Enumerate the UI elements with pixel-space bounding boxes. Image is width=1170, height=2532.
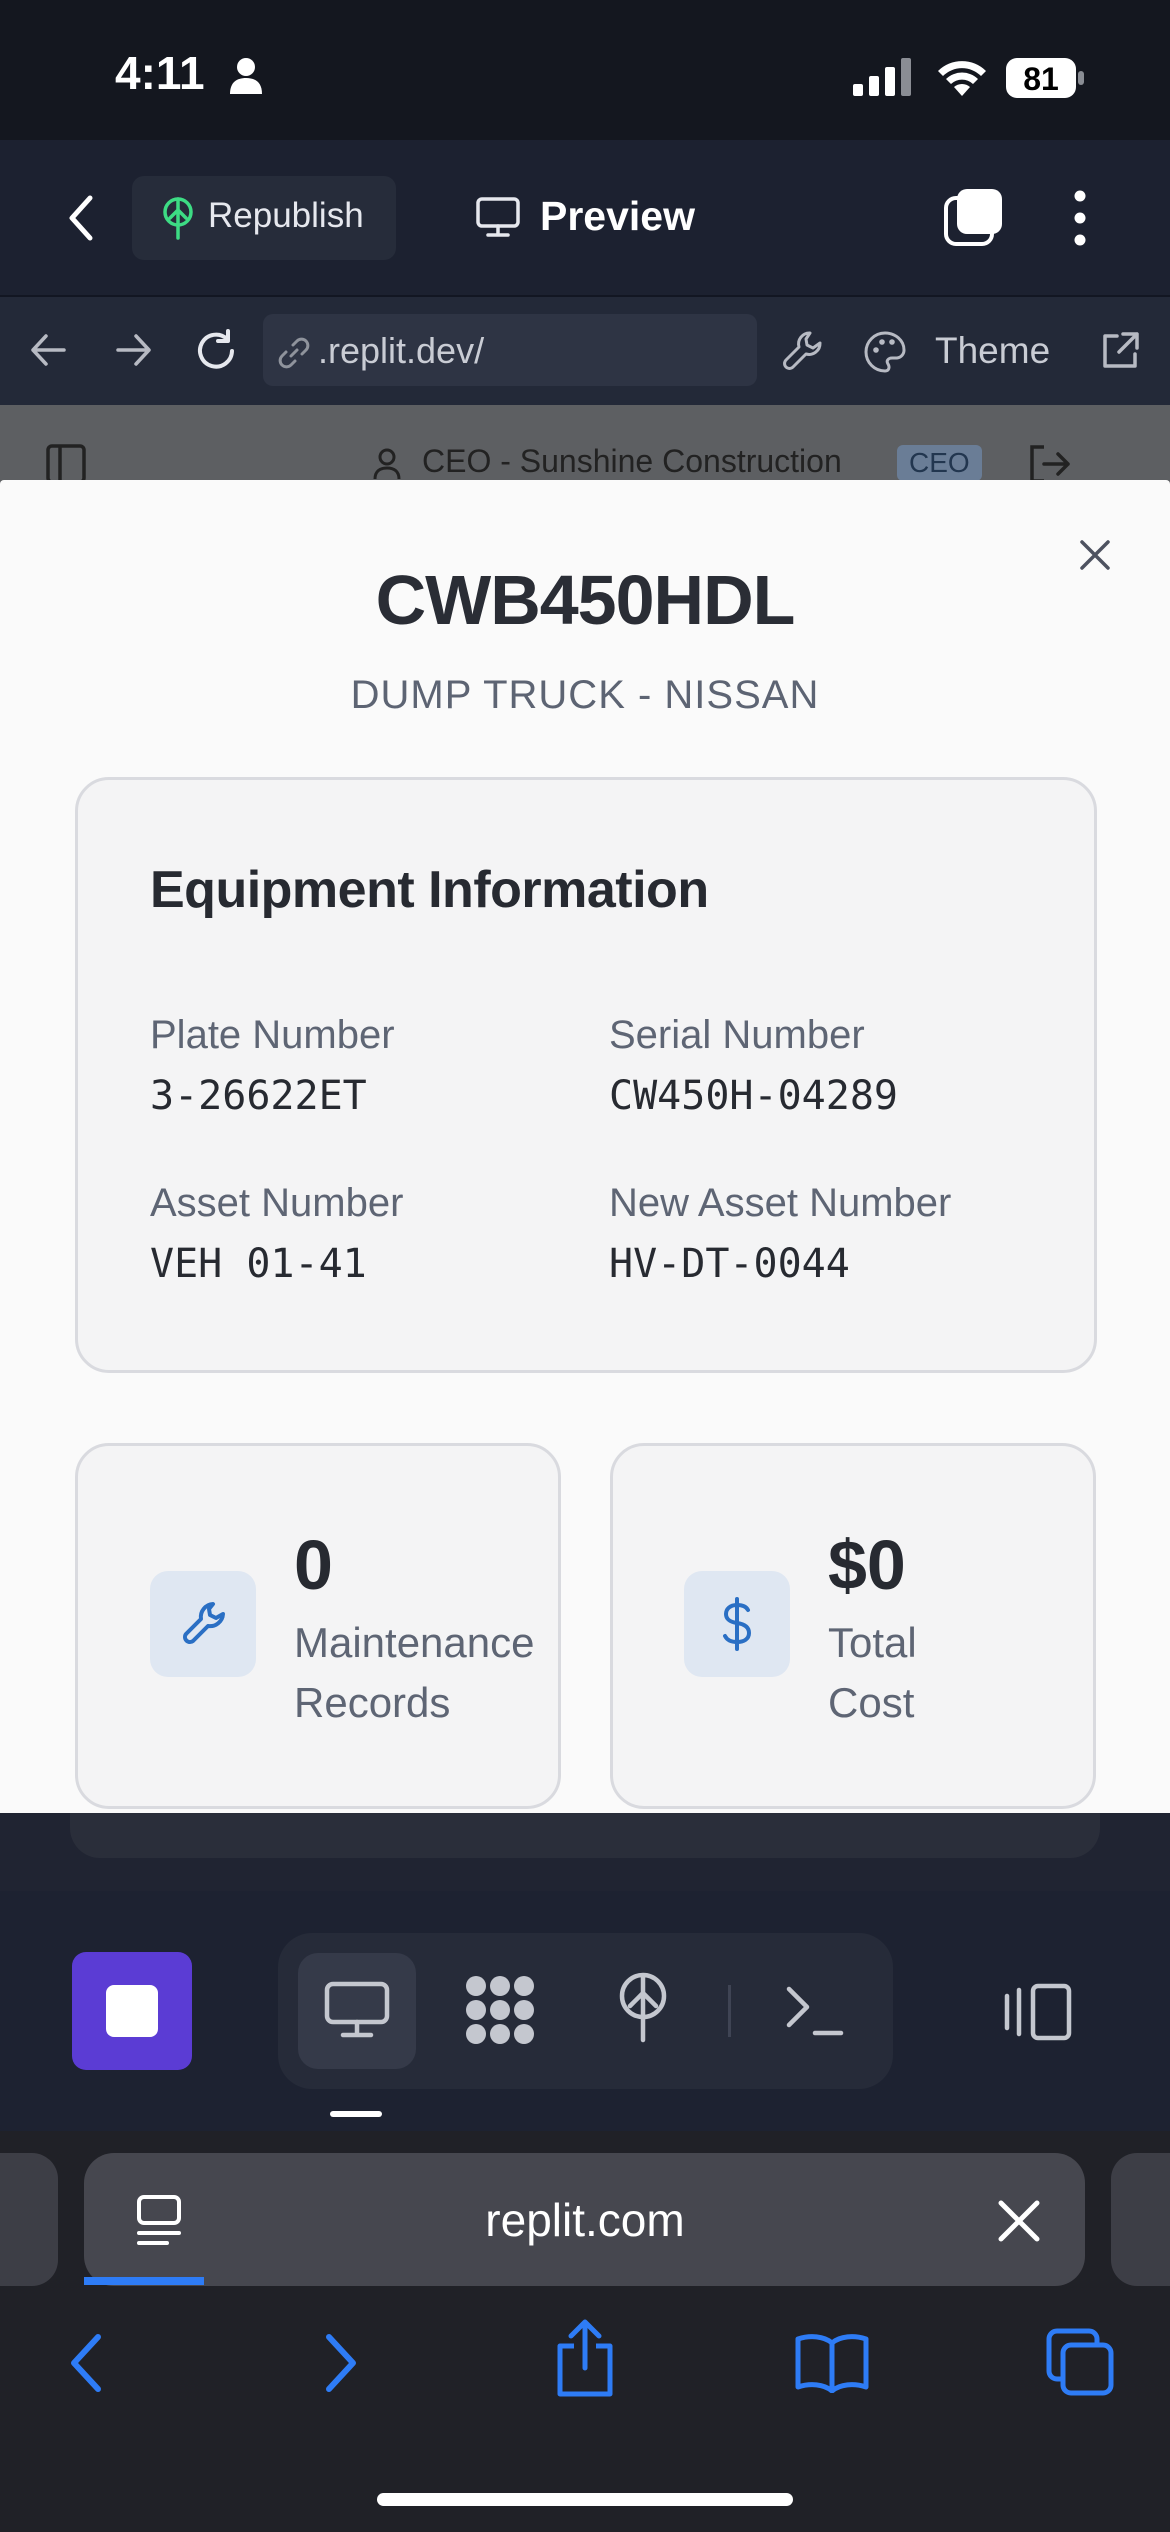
serial-number-label: Serial Number xyxy=(609,1013,865,1057)
back-button[interactable] xyxy=(66,194,96,242)
status-time: 4:11 xyxy=(115,47,205,99)
layout-switch-icon[interactable] xyxy=(1003,1982,1073,2042)
safari-forward-icon[interactable] xyxy=(321,2331,361,2395)
share-icon[interactable] xyxy=(554,2318,616,2398)
new-asset-number-value: HV-DT-0044 xyxy=(609,1241,850,1287)
total-cost-label-line2: Cost xyxy=(828,1679,915,1726)
person-icon xyxy=(227,56,265,96)
asset-number-label: Asset Number xyxy=(150,1181,404,1225)
nav-forward-icon[interactable] xyxy=(114,332,154,368)
equipment-title: CWB450HDL xyxy=(375,561,796,639)
open-external-icon[interactable] xyxy=(1099,330,1141,372)
equipment-info-heading: Equipment Information xyxy=(150,861,709,919)
total-cost-label-line1: Total xyxy=(828,1619,917,1666)
maintenance-label-line2: Records xyxy=(294,1679,451,1726)
card-behind-overlay xyxy=(70,1813,1100,1858)
agent-icon[interactable] xyxy=(462,1972,538,2048)
preview-tab[interactable]: Preview xyxy=(540,193,695,240)
more-options-icon[interactable] xyxy=(1072,190,1088,246)
dollar-icon xyxy=(684,1571,790,1677)
new-asset-number-label: New Asset Number xyxy=(609,1181,952,1225)
equipment-subtitle: DUMP TRUCK - NISSAN xyxy=(350,673,820,717)
user-icon xyxy=(372,447,402,481)
plate-number-value: 3-26622ET xyxy=(150,1073,367,1119)
stop-icon xyxy=(106,1985,158,2037)
wrench-tool-icon[interactable] xyxy=(782,329,826,373)
role-badge: CEO xyxy=(897,445,982,481)
link-icon xyxy=(277,336,311,370)
url-text: .replit.dev/ xyxy=(318,330,485,371)
user-role-text: CEO - Sunshine Construction xyxy=(422,443,842,479)
tabs-overview-icon[interactable] xyxy=(1045,2327,1115,2397)
wifi-icon xyxy=(935,56,989,96)
logout-icon xyxy=(1028,444,1072,484)
deployments-icon[interactable] xyxy=(614,1972,672,2044)
plate-number-label: Plate Number xyxy=(150,1013,395,1057)
theme-label[interactable]: Theme xyxy=(935,330,1050,372)
battery-icon: 81 xyxy=(1006,58,1086,98)
nav-back-icon[interactable] xyxy=(28,332,68,368)
palette-icon[interactable] xyxy=(863,330,907,374)
republish-label: Republish xyxy=(208,196,364,235)
cellular-signal-icon xyxy=(853,58,913,96)
maintenance-label-line1: Maintenance xyxy=(294,1619,535,1666)
battery-level: 81 xyxy=(1023,61,1059,97)
sidebar-toggle-icon xyxy=(46,444,86,484)
safari-back-icon[interactable] xyxy=(66,2331,106,2395)
asset-number-value: VEH 01-41 xyxy=(150,1241,367,1287)
home-indicator xyxy=(377,2493,793,2506)
tabs-icon[interactable] xyxy=(943,186,1005,248)
reload-icon[interactable] xyxy=(193,328,239,374)
page-indicator xyxy=(330,2111,382,2117)
preview-monitor-icon xyxy=(323,1980,391,2040)
deploy-icon xyxy=(158,196,198,240)
total-cost-value: $0 xyxy=(828,1526,906,1604)
serial-number-value: CW450H-04289 xyxy=(609,1073,898,1119)
maintenance-count: 0 xyxy=(294,1526,333,1604)
clear-icon[interactable] xyxy=(995,2197,1043,2245)
wrench-icon xyxy=(150,1571,256,1677)
page-load-progress xyxy=(84,2277,204,2285)
shell-icon[interactable] xyxy=(785,1983,845,2039)
tool-divider xyxy=(728,1985,731,2037)
monitor-icon xyxy=(475,196,521,238)
bookmarks-icon[interactable] xyxy=(794,2331,870,2393)
